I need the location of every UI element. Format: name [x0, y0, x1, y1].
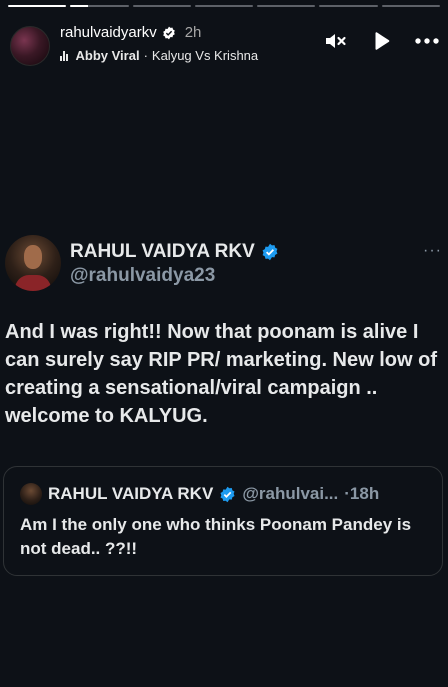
story-progress-segment [70, 5, 129, 7]
story-user-row: rahulvaidyarkv 2h [60, 24, 201, 41]
tweet-author-row: RAHUL VAIDYA RKV [70, 241, 279, 263]
story-progress-segment [8, 5, 67, 7]
story-progress-segment [257, 5, 316, 7]
avatar[interactable] [10, 26, 50, 66]
quoted-handle: @rahulvai... [242, 484, 339, 503]
verified-badge-icon [220, 486, 235, 502]
tweet-more-icon[interactable]: ··· [423, 242, 442, 260]
story-progress-segment [194, 5, 254, 7]
quoted-tweet-author-row: RAHUL VAIDYA RKV @rahulvai... ·18h [20, 483, 379, 505]
verified-badge-icon [162, 26, 175, 39]
music-artist: Abby Viral [75, 48, 140, 63]
music-separator: · [143, 48, 148, 63]
quoted-timestamp: ·18h [344, 484, 380, 503]
quoted-tweet-avatar [20, 483, 42, 505]
play-button[interactable] [368, 28, 394, 54]
more-options-icon [415, 38, 439, 44]
mute-button[interactable] [322, 28, 348, 54]
story-progress-fill [8, 5, 67, 7]
quoted-tweet[interactable]: RAHUL VAIDYA RKV @rahulvai... ·18h Am I … [3, 466, 443, 576]
story-progress-segment [132, 5, 191, 7]
story-header: rahulvaidyarkv 2h Abby Viral · Kalyug Vs… [8, 22, 440, 66]
story-progress-segment [319, 5, 378, 7]
play-icon [375, 32, 390, 50]
tweet-text: And I was right!! Now that poonam is ali… [5, 321, 438, 427]
tweet-display-name[interactable]: RAHUL VAIDYA RKV [70, 241, 255, 263]
tweet-avatar[interactable] [5, 235, 61, 291]
story-progress-segment [381, 5, 440, 7]
verified-badge-icon [262, 243, 278, 261]
story-controls [322, 28, 440, 54]
tweet-handle[interactable]: @rahulvaidya23 [70, 265, 215, 287]
story-progress-fill [70, 5, 88, 7]
story-progress-bar [8, 5, 440, 7]
quoted-display-name: RAHUL VAIDYA RKV [48, 484, 214, 503]
story-username[interactable]: rahulvaidyarkv [60, 24, 157, 41]
audio-bars-icon [60, 50, 68, 61]
quoted-tweet-text: Am I the only one who thinks Poonam Pand… [20, 515, 412, 558]
mute-icon [326, 34, 346, 48]
more-options-button[interactable] [414, 28, 440, 54]
story-timestamp: 2h [184, 24, 202, 41]
music-title: Kalyug Vs Krishna [151, 48, 259, 63]
story-music-info[interactable]: Abby Viral · Kalyug Vs Krishna [60, 48, 258, 63]
